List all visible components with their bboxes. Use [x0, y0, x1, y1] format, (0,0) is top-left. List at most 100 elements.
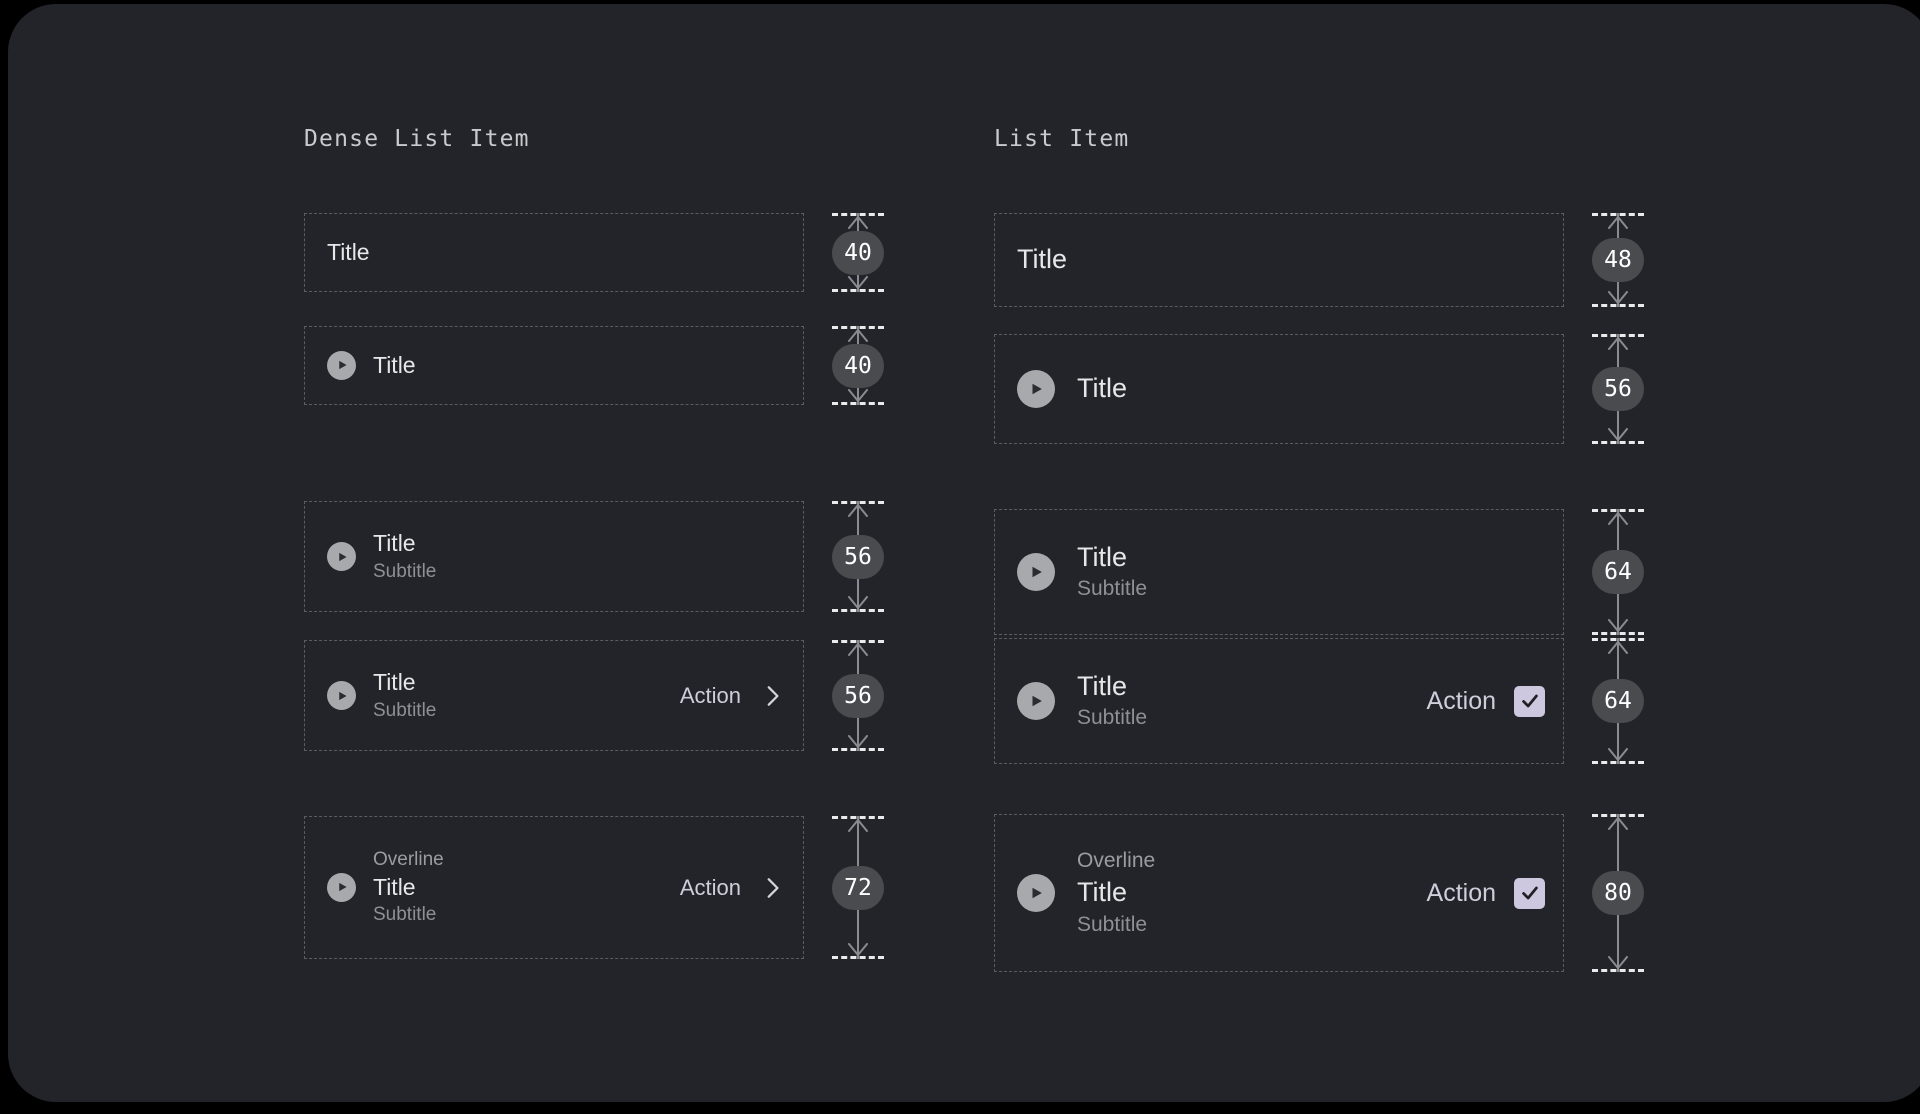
height-measurement: 56: [832, 640, 884, 751]
measurement-cap-bottom: [1592, 969, 1644, 972]
design-spec-card: Dense List Item Title 40 Title 40 Title Subtit…: [8, 4, 1920, 1102]
spec-row-dense-row-avatar-title-subtitle-action: Title Subtitle Action 56: [304, 640, 884, 751]
height-measurement: 56: [832, 501, 884, 612]
chevron-right-icon[interactable]: [759, 875, 785, 901]
list-item-content: Title: [1017, 370, 1545, 408]
spec-row-row-overline-title-subtitle-action: Overline Title Subtitle Action 80: [994, 814, 1644, 972]
play-circle-icon: [327, 681, 356, 710]
list-item-text-block: Title Subtitle: [1077, 540, 1147, 603]
measurement-cap-top: [1592, 509, 1644, 512]
list-item-content: Title Subtitle: [327, 529, 785, 585]
height-badge: 64: [1592, 550, 1644, 594]
measurement-cap-bottom: [832, 402, 884, 405]
list-item-title: Title: [1077, 877, 1128, 908]
list-item-text-block: Title Subtitle: [1077, 669, 1147, 732]
height-badge: 56: [832, 534, 884, 579]
list-item-text-block: Title: [1077, 371, 1127, 406]
list-item-row-avatar-title-subtitle[interactable]: Title Subtitle: [994, 509, 1564, 635]
spec-row-dense-row-avatar-title: Title 40: [304, 326, 884, 405]
list-item-content: Overline Title Subtitle: [1017, 847, 1427, 939]
list-item-subtitle: Subtitle: [1077, 577, 1148, 601]
list-item-content: Overline Title Subtitle: [327, 847, 680, 928]
list-item-dense-row-overline-title-subtitle-action[interactable]: Overline Title Subtitle Action: [304, 816, 804, 959]
play-circle-icon: [327, 872, 356, 902]
height-measurement: 80: [1592, 814, 1644, 972]
measurement-cap-top: [832, 501, 884, 504]
list-item-text-block: Title: [373, 351, 416, 381]
list-item-text-block: Title Subtitle: [373, 668, 436, 724]
list-item-title: Title: [327, 238, 370, 265]
list-item-title: Title: [1017, 244, 1068, 275]
list-item-action[interactable]: Action: [1426, 685, 1545, 717]
list-item-title: Title: [373, 529, 416, 556]
height-measurement: 64: [1592, 638, 1644, 764]
measurement-cap-bottom: [832, 609, 884, 612]
checkbox-checked-icon[interactable]: [1514, 877, 1545, 909]
action-label: Action: [679, 874, 741, 900]
list-item-dense-row-avatar-title[interactable]: Title: [304, 326, 804, 405]
measurement-cap-top: [832, 640, 884, 643]
measurement-cap-bottom: [832, 289, 884, 292]
list-item-overline: Overline: [373, 848, 444, 870]
list-item-text-block: Title: [1017, 242, 1067, 277]
measurement-cap-top: [1592, 213, 1644, 216]
list-item-dense-row-title-only[interactable]: Title: [304, 213, 804, 292]
list-item-action[interactable]: Action: [680, 875, 785, 901]
spec-columns: Dense List Item Title 40 Title 40 Title Subtit…: [8, 4, 1920, 1102]
height-measurement: 48: [1592, 213, 1644, 307]
list-item-action[interactable]: Action: [1426, 877, 1545, 909]
measurement-cap-top: [1592, 334, 1644, 337]
height-badge: 56: [832, 673, 884, 718]
list-item-title: Title: [1077, 373, 1128, 404]
play-circle-icon: [1017, 553, 1055, 591]
list-item-subtitle: Subtitle: [373, 699, 437, 721]
list-item-row-avatar-title[interactable]: Title: [994, 334, 1564, 444]
action-label: Action: [1426, 686, 1496, 715]
list-item-dense-row-avatar-title-subtitle[interactable]: Title Subtitle: [304, 501, 804, 612]
list-item-content: Title Subtitle: [1017, 669, 1427, 732]
list-item-row-overline-title-subtitle-action[interactable]: Overline Title Subtitle Action: [994, 814, 1564, 972]
list-item-title: Title: [1077, 671, 1128, 702]
list-item-title: Title: [373, 873, 416, 900]
list-item-content: Title Subtitle: [327, 668, 680, 724]
measurement-cap-bottom: [1592, 632, 1644, 635]
list-item-row-avatar-title-subtitle-action[interactable]: Title Subtitle Action: [994, 638, 1564, 764]
list-item-text-block: Overline Title Subtitle: [373, 847, 444, 928]
column-heading-dense-list-item: Dense List Item: [304, 126, 530, 152]
measurement-cap-bottom: [1592, 441, 1644, 444]
spec-row-dense-row-overline-title-subtitle-action: Overline Title Subtitle Action 72: [304, 816, 884, 959]
measurement-cap-bottom: [832, 956, 884, 959]
height-measurement: 64: [1592, 509, 1644, 635]
checkbox-checked-icon[interactable]: [1514, 685, 1545, 717]
measurement-cap-top: [1592, 814, 1644, 817]
height-badge: 80: [1592, 871, 1644, 915]
play-circle-icon: [1017, 370, 1055, 408]
list-item-text-block: Overline Title Subtitle: [1077, 847, 1155, 939]
list-item-content: Title: [327, 238, 785, 268]
list-item-content: Title: [327, 350, 785, 381]
height-measurement: 56: [1592, 334, 1644, 444]
height-measurement: 72: [832, 816, 884, 959]
spec-row-row-avatar-title-subtitle: Title Subtitle 64: [994, 509, 1644, 635]
measurement-cap-bottom: [832, 748, 884, 751]
list-item-content: Title Subtitle: [1017, 540, 1545, 603]
spec-row-dense-row-title-only: Title 40: [304, 213, 884, 292]
chevron-right-icon[interactable]: [759, 683, 785, 709]
height-badge: 48: [1592, 238, 1644, 282]
list-item-action[interactable]: Action: [680, 683, 785, 709]
measurement-cap-top: [1592, 638, 1644, 641]
list-item-dense-row-avatar-title-subtitle-action[interactable]: Title Subtitle Action: [304, 640, 804, 751]
list-item-subtitle: Subtitle: [373, 560, 437, 582]
list-item-row-title-only[interactable]: Title: [994, 213, 1564, 307]
list-item-content: Title: [1017, 242, 1545, 277]
measurement-cap-bottom: [1592, 304, 1644, 307]
list-item-subtitle: Subtitle: [373, 904, 437, 926]
measurement-cap-bottom: [1592, 761, 1644, 764]
spec-row-dense-row-avatar-title-subtitle: Title Subtitle 56: [304, 501, 884, 612]
spec-row-row-avatar-title: Title 56: [994, 334, 1644, 444]
action-label: Action: [1426, 878, 1496, 907]
height-measurement: 40: [832, 326, 884, 405]
play-circle-icon: [1017, 682, 1055, 720]
list-item-text-block: Title Subtitle: [373, 529, 436, 585]
measurement-cap-top: [832, 326, 884, 329]
